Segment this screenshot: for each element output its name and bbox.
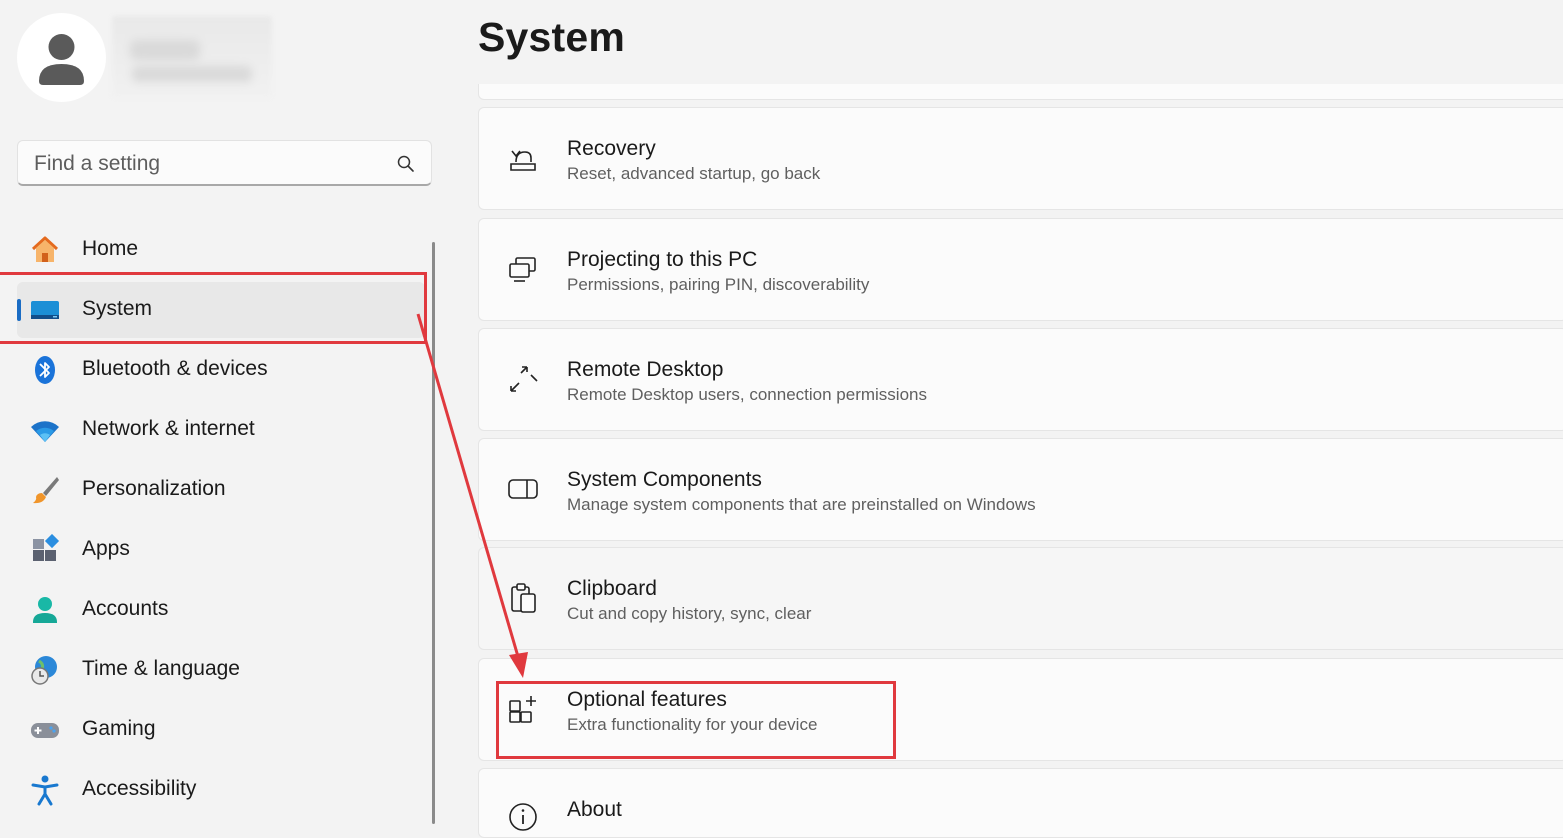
card-title: System Components	[567, 468, 762, 491]
settings-card-projecting[interactable]: Projecting to this PC Permissions, pairi…	[478, 218, 1563, 321]
sidebar-item-personalization[interactable]: Personalization	[17, 462, 425, 518]
card-title: Clipboard	[567, 577, 657, 600]
clipboard-icon	[511, 583, 536, 613]
recovery-icon	[510, 150, 536, 171]
sidebar-item-gaming[interactable]: Gaming	[17, 702, 425, 758]
sidebar-item-accounts[interactable]: Accounts	[17, 582, 425, 638]
settings-card-system-components[interactable]: System Components Manage system componen…	[478, 438, 1563, 541]
settings-card-recovery[interactable]: Recovery Reset, advanced startup, go bac…	[478, 107, 1563, 210]
highlight-box-system	[0, 272, 427, 344]
search-input[interactable]	[32, 150, 376, 178]
card-title: About	[567, 798, 622, 821]
accounts-person-icon	[33, 597, 57, 623]
system-components-icon	[508, 479, 538, 499]
paintbrush-icon	[33, 477, 59, 504]
sidebar-item-label: Bluetooth & devices	[82, 357, 268, 380]
sidebar-item-label: Network & internet	[82, 417, 255, 440]
sidebar-item-label: Accounts	[82, 597, 169, 620]
user-avatar-icon	[39, 34, 84, 85]
bluetooth-icon	[35, 356, 55, 384]
settings-card-about[interactable]: About	[478, 768, 1563, 838]
home-icon	[31, 236, 59, 262]
settings-card-remote-desktop[interactable]: Remote Desktop Remote Desktop users, con…	[478, 328, 1563, 431]
wifi-icon	[31, 421, 59, 442]
search-box[interactable]	[17, 140, 432, 186]
card-title: Recovery	[567, 137, 656, 160]
sidebar-item-label: Personalization	[82, 477, 226, 500]
remote-desktop-icon	[510, 366, 538, 392]
apps-icon	[33, 534, 60, 561]
accessibility-person-icon	[31, 775, 59, 806]
sidebar-item-home[interactable]: Home	[17, 222, 425, 278]
card-title: Remote Desktop	[567, 358, 724, 381]
user-avatar[interactable]	[17, 13, 106, 102]
sidebar-item-label: Home	[82, 237, 139, 260]
card-subtitle: Manage system components that are preins…	[567, 495, 1036, 514]
highlight-box-optional-features	[496, 681, 896, 759]
card-subtitle: Reset, advanced startup, go back	[567, 164, 821, 183]
sidebar-scrollbar[interactable]	[432, 242, 435, 824]
card-subtitle: Cut and copy history, sync, clear	[567, 604, 812, 623]
projecting-icon	[509, 257, 536, 282]
globe-clock-icon	[31, 656, 57, 685]
page-title: System	[478, 14, 626, 60]
settings-card-clipboard[interactable]: Clipboard Cut and copy history, sync, cl…	[478, 547, 1563, 650]
sidebar-item-time-language[interactable]: Time & language	[17, 642, 425, 698]
sidebar: Home System Bluetooth & devices	[0, 0, 450, 824]
sidebar-item-network[interactable]: Network & internet	[17, 402, 425, 458]
sidebar-item-bluetooth[interactable]: Bluetooth & devices	[17, 342, 425, 398]
gamepad-icon	[31, 723, 59, 738]
card-title: Projecting to this PC	[567, 248, 758, 271]
sidebar-item-accessibility[interactable]: Accessibility	[17, 762, 425, 818]
sidebar-item-label: Gaming	[82, 717, 156, 740]
sidebar-item-label: Apps	[82, 537, 130, 560]
search-icon[interactable]	[397, 155, 415, 173]
sidebar-item-apps[interactable]: Apps	[17, 522, 425, 578]
sidebar-item-label: Time & language	[82, 657, 240, 680]
info-icon	[509, 803, 537, 831]
card-subtitle: Permissions, pairing PIN, discoverabilit…	[567, 275, 870, 294]
user-name-blurred	[112, 16, 272, 98]
card-subtitle: Remote Desktop users, connection permiss…	[567, 385, 927, 404]
previous-card-edge	[478, 84, 1563, 100]
sidebar-item-label: Accessibility	[82, 777, 197, 800]
